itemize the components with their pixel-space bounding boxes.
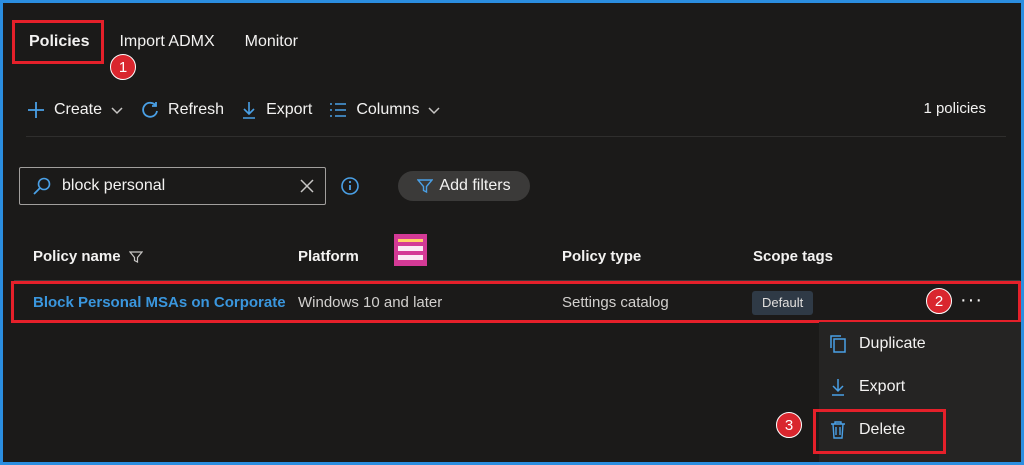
filter-icon[interactable] bbox=[128, 250, 143, 264]
column-header-policy-name[interactable]: Policy name bbox=[33, 248, 143, 265]
download-icon bbox=[243, 102, 256, 119]
policy-name-header-label: Policy name bbox=[33, 248, 121, 265]
export-button[interactable]: Export bbox=[240, 100, 312, 120]
info-icon[interactable] bbox=[340, 176, 360, 196]
step-badge-3: 3 bbox=[776, 412, 802, 438]
create-button[interactable]: Create bbox=[26, 100, 124, 120]
add-filters-button[interactable]: Add filters bbox=[398, 171, 530, 201]
menu-item-duplicate[interactable]: Duplicate bbox=[829, 334, 926, 354]
step-badge-2: 2 bbox=[926, 288, 952, 314]
divider bbox=[26, 136, 1006, 137]
duplicate-icon bbox=[830, 335, 846, 353]
refresh-icon bbox=[142, 101, 158, 118]
search-input[interactable]: block personal bbox=[19, 167, 326, 205]
download-icon bbox=[832, 379, 844, 396]
menu-item-export[interactable]: Export bbox=[829, 377, 905, 397]
step-badge-1: 1 bbox=[110, 54, 136, 80]
scope-tags-header-label: Scope tags bbox=[753, 248, 834, 265]
export-label: Export bbox=[266, 101, 313, 118]
tab-monitor[interactable]: Monitor bbox=[230, 24, 313, 60]
column-header-policy-type[interactable]: Policy type bbox=[562, 248, 641, 265]
column-header-platform[interactable]: Platform bbox=[298, 248, 359, 265]
add-filters-label: Add filters bbox=[439, 177, 511, 194]
export-menu-label: Export bbox=[859, 378, 906, 395]
chevron-down-icon bbox=[428, 107, 440, 115]
columns-icon bbox=[330, 103, 347, 117]
search-value: block personal bbox=[62, 177, 166, 194]
policy-count: 1 policies bbox=[923, 100, 986, 117]
refresh-button[interactable]: Refresh bbox=[140, 100, 224, 120]
columns-label: Columns bbox=[356, 101, 420, 118]
clear-icon[interactable] bbox=[299, 178, 315, 194]
plus-icon bbox=[28, 102, 44, 118]
highlight-box-row bbox=[11, 281, 1021, 323]
column-header-scope-tags[interactable]: Scope tags bbox=[753, 248, 833, 265]
chevron-down-icon bbox=[111, 107, 123, 115]
duplicate-label: Duplicate bbox=[859, 335, 926, 352]
highlight-box-policies bbox=[12, 20, 104, 64]
search-icon bbox=[33, 177, 51, 195]
policy-type-header-label: Policy type bbox=[562, 248, 642, 265]
platform-header-label: Platform bbox=[298, 248, 359, 265]
watermark-logo bbox=[394, 234, 427, 266]
refresh-label: Refresh bbox=[168, 101, 225, 118]
filter-icon bbox=[417, 179, 434, 194]
columns-button[interactable]: Columns bbox=[328, 101, 441, 119]
highlight-box-delete bbox=[813, 409, 946, 454]
command-bar: Create Refresh Export Columns bbox=[26, 94, 457, 126]
create-label: Create bbox=[54, 101, 103, 118]
